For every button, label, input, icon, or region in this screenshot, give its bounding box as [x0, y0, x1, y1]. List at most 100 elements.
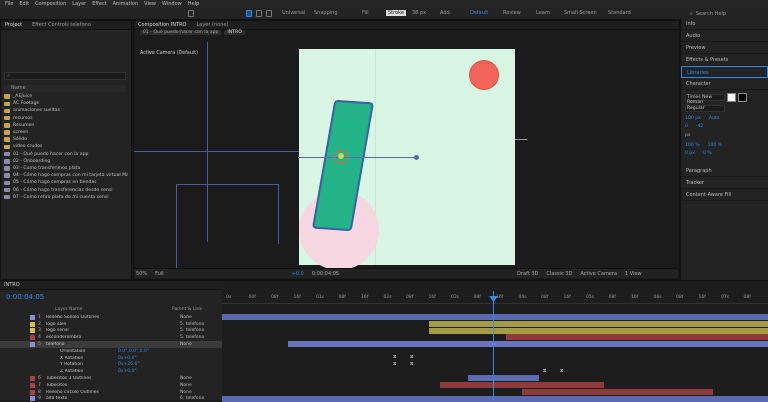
tab-composition[interactable]: Composition INTRO — [138, 22, 187, 28]
exposure-value[interactable]: +0.0 — [292, 271, 304, 277]
layer-name[interactable]: X Rotation — [60, 356, 118, 361]
layer-row[interactable]: 6 Tubecitos 3 Outlines None — [0, 375, 222, 382]
layer-row[interactable]: 9 alfa texto 6. telefono — [0, 396, 222, 402]
menu-item[interactable]: Layer — [72, 1, 86, 7]
layer-color-label[interactable] — [30, 314, 35, 320]
camera-select[interactable]: Active Camera — [580, 271, 617, 277]
layer-parent[interactable]: 0x+26.6° — [118, 362, 140, 367]
menu-item[interactable]: Animation — [113, 1, 139, 7]
classic-3d-select[interactable]: Classic 3D — [546, 271, 572, 277]
menu-item[interactable]: Window — [162, 1, 182, 7]
preview-panel-tab[interactable]: Preview — [681, 42, 768, 54]
project-item[interactable]: screen — [4, 129, 128, 136]
layer-color-label[interactable] — [30, 396, 35, 402]
zoom-select[interactable]: 50% — [136, 271, 147, 277]
workspace-small-screen[interactable]: Small Screen — [564, 10, 597, 16]
workspace-review[interactable]: Review — [503, 10, 521, 16]
layer-name[interactable]: Relleno circulo Outlines — [46, 390, 104, 395]
layer-name[interactable]: logo sensi — [46, 328, 104, 333]
menu-item[interactable]: View — [144, 1, 156, 7]
project-item[interactable]: 04 - Cómo hago compras con mi tarjeta vi… — [4, 172, 128, 179]
timeline-timecode[interactable]: 0:00:04:05 — [6, 293, 44, 301]
layer-name[interactable]: logo sale — [46, 322, 104, 327]
project-item[interactable]: Sólido — [4, 136, 128, 143]
vertical-scale-value[interactable]: 100 % — [685, 143, 700, 148]
character-tab[interactable]: Character — [681, 78, 768, 90]
project-item[interactable]: _AEJuice — [4, 93, 128, 100]
breadcrumb-item[interactable]: 01 - Qué puedo hacer con la app — [140, 30, 222, 35]
keyframe[interactable]: ⧖ — [393, 354, 397, 360]
layer-color-label[interactable] — [30, 342, 35, 348]
stroke-color-swatch[interactable] — [738, 93, 747, 102]
project-item[interactable]: 05 - Cómo hago compras en tiendas — [4, 179, 128, 186]
leading-value[interactable]: Auto — [709, 116, 720, 121]
layer-row[interactable]: Y Rotation 0x+26.6° — [0, 362, 222, 369]
layer-duration-bar[interactable] — [440, 382, 605, 388]
selection-tool[interactable] — [246, 10, 252, 17]
layer-color-label[interactable] — [44, 362, 49, 367]
project-search-input[interactable]: ⌕ — [4, 72, 126, 80]
renderer-label[interactable]: Draft 3D — [517, 271, 538, 277]
breadcrumb-item[interactable]: INTRO — [224, 30, 245, 35]
layer-color-label[interactable] — [30, 328, 35, 334]
layer-color-label[interactable] — [30, 376, 35, 382]
layer-parent[interactable]: None — [180, 390, 192, 395]
layer-duration-bar[interactable] — [429, 320, 768, 327]
layer-row[interactable]: 8 Relleno circulo Outlines None — [0, 389, 222, 396]
tracking-value[interactable]: -42 — [696, 124, 704, 129]
fill-color-swatch[interactable] — [727, 93, 736, 102]
project-item[interactable]: 02 - Onboarding — [4, 158, 128, 165]
keyframe[interactable]: ⧖ — [410, 354, 414, 360]
timeline-tab[interactable]: INTRO — [0, 281, 222, 290]
layer-row[interactable]: 7 Tubecitos None — [0, 382, 222, 389]
layer-parent[interactable]: 0.0°,0.0°,0.0° — [118, 349, 149, 354]
sun-shape[interactable] — [470, 61, 498, 89]
menu-item[interactable]: File — [5, 1, 13, 7]
layer-row[interactable]: Orientation 0.0°,0.0°,0.0° — [0, 348, 222, 355]
layer-duration-bar[interactable] — [222, 395, 768, 402]
workspace-learn[interactable]: Learn — [536, 10, 550, 16]
layer-parent[interactable]: 5. telefono — [180, 335, 204, 340]
layer-color-label[interactable] — [44, 349, 49, 354]
home-tool[interactable] — [188, 10, 194, 17]
hand-tool[interactable] — [256, 10, 262, 17]
project-column-name[interactable]: Name — [4, 85, 126, 92]
layer-row[interactable]: 2 logo sale 5. telefono — [0, 321, 222, 328]
project-item[interactable]: recursos — [4, 115, 128, 122]
layer-name[interactable]: Orientation — [60, 349, 118, 354]
layer-color-label[interactable] — [44, 369, 49, 374]
layer-row[interactable]: X Rotation 0x+0.0° — [0, 355, 222, 362]
layer-duration-bar[interactable] — [505, 334, 768, 341]
layer-name[interactable]: Y Rotation — [60, 362, 118, 367]
libraries-tab[interactable]: Libraries — [681, 66, 768, 78]
layer-color-label[interactable] — [30, 382, 35, 388]
layer-color-label[interactable] — [30, 321, 35, 327]
search-help[interactable]: ⌕ Search Help — [690, 10, 762, 18]
resolution-select[interactable]: Full — [155, 271, 164, 277]
layer-parent[interactable]: 0x+0.0° — [118, 369, 137, 374]
tab-project[interactable]: Project — [5, 22, 22, 28]
info-panel-tab[interactable]: Info — [681, 18, 768, 30]
anchor-point-handle[interactable] — [338, 153, 344, 159]
project-item[interactable]: animaciones sueltas — [4, 107, 128, 114]
layer-parent[interactable]: 0x+0.0° — [118, 356, 137, 361]
layer-name[interactable]: Tubecitos — [46, 383, 104, 388]
font-style-select[interactable]: Regular — [685, 105, 725, 112]
viewer-timecode[interactable]: 0:00:04:05 — [312, 271, 339, 277]
layer-row[interactable]: 3 logo sensi 5. telefono — [0, 328, 222, 335]
layer-parent[interactable]: 5. telefono — [180, 322, 204, 327]
layer-name[interactable]: Tubecitos 3 Outlines — [46, 376, 104, 381]
axis-handle[interactable] — [414, 155, 419, 160]
paragraph-tab[interactable]: Paragraph — [681, 165, 768, 177]
effects-presets-tab[interactable]: Effects & Presets — [681, 54, 768, 66]
layer-row[interactable]: 1 Relleno Sol/olo Outlines None — [0, 314, 222, 321]
font-family-select[interactable]: Times New Roman — [685, 94, 725, 105]
project-item[interactable]: 06 - Cómo hago transferencias desde sens… — [4, 186, 128, 193]
layer-name[interactable]: telefono — [46, 342, 104, 347]
universal-label[interactable]: Universal — [282, 10, 305, 16]
tracker-tab[interactable]: Tracker — [681, 177, 768, 189]
menu-item[interactable]: Effect — [92, 1, 106, 7]
layer-color-label[interactable] — [44, 356, 49, 361]
tab-layer[interactable]: Layer (none) — [197, 22, 229, 28]
project-item[interactable]: Resumen — [4, 122, 128, 129]
